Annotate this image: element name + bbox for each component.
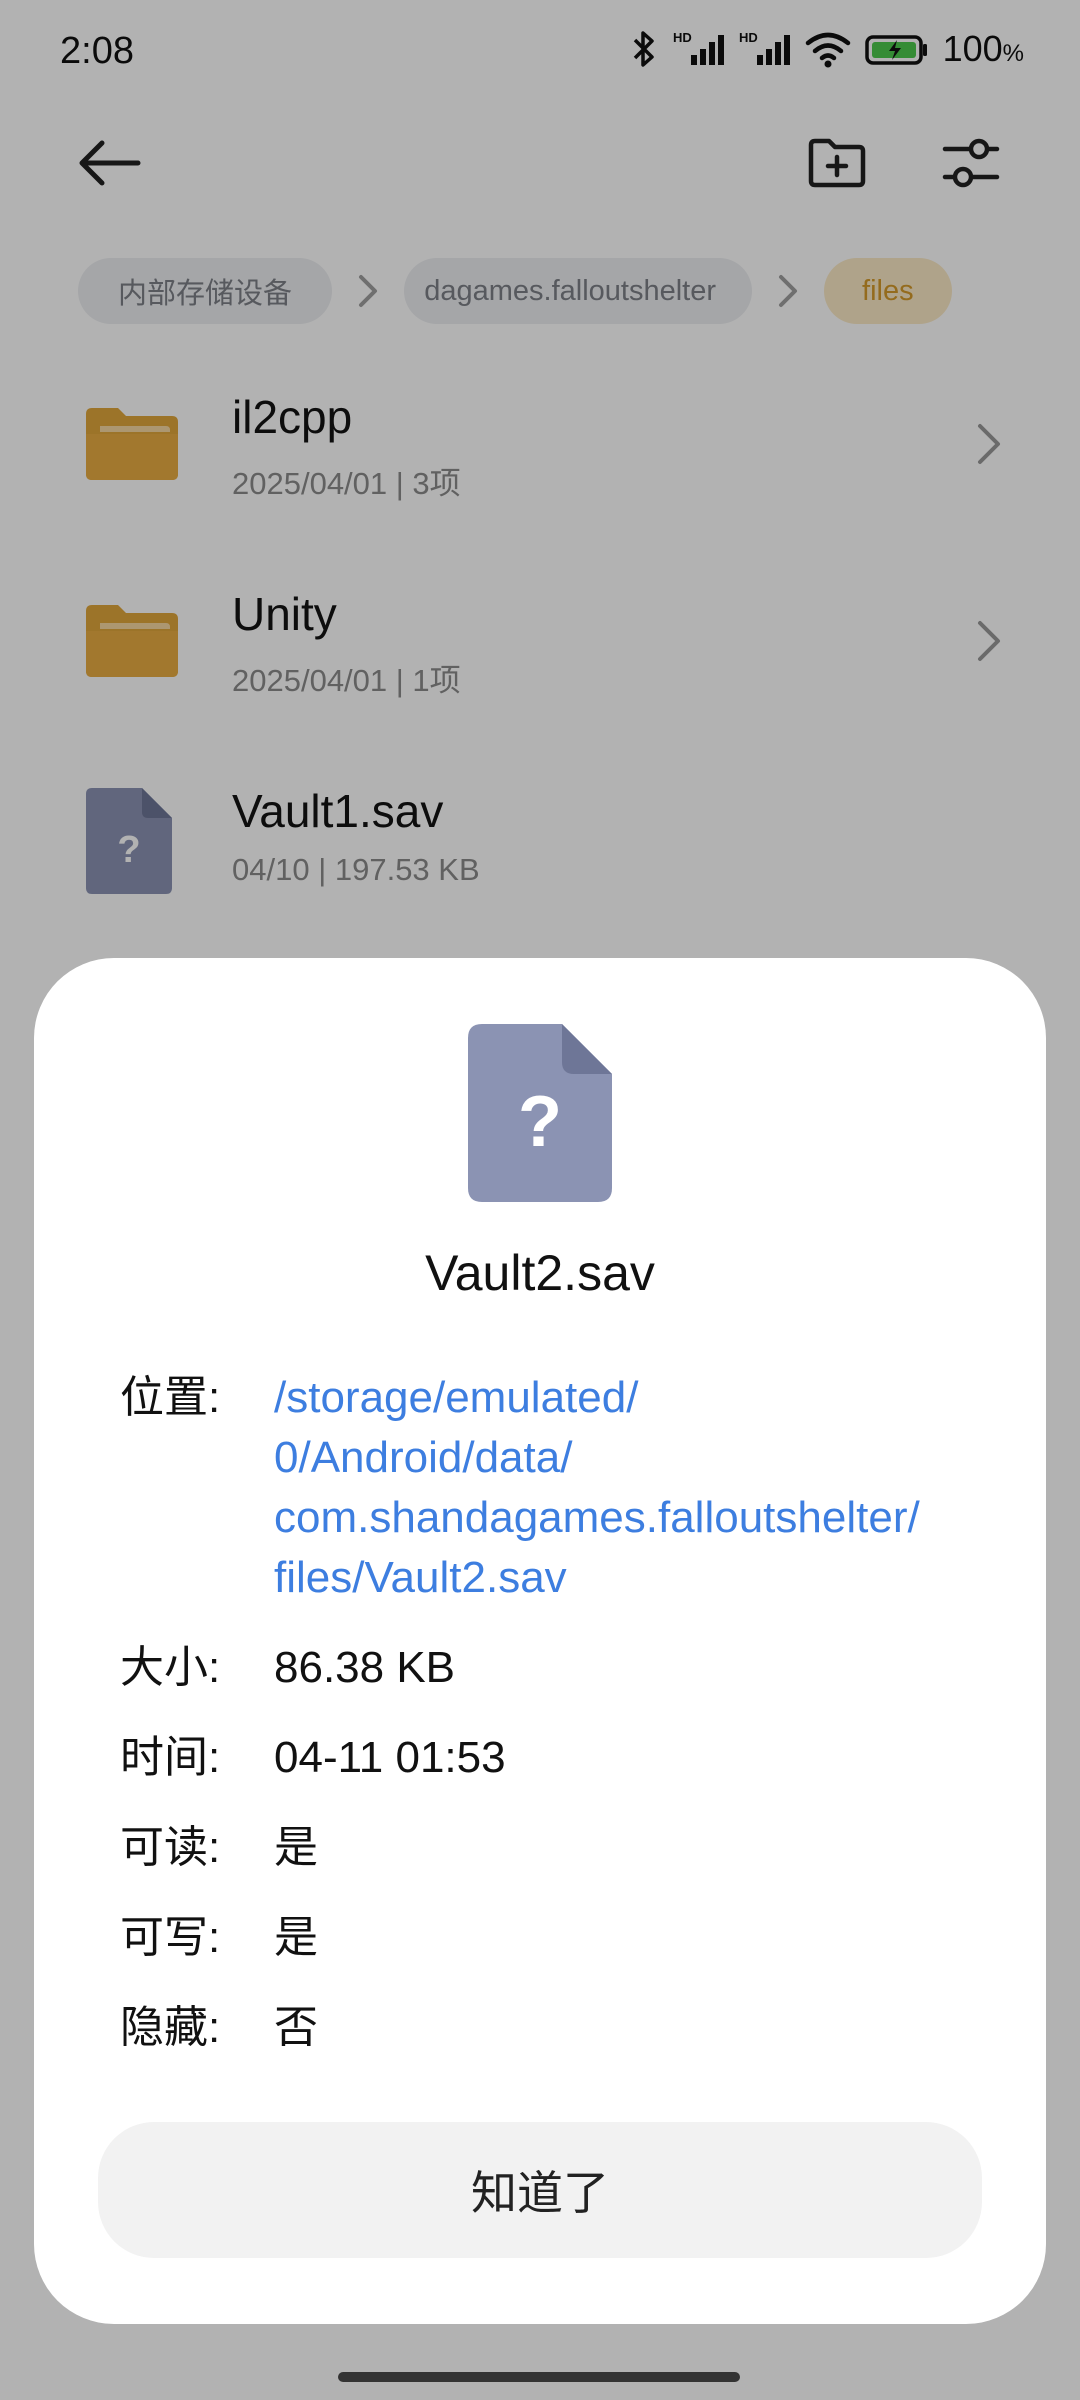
hidden-row: 隐藏: 否	[120, 1998, 1000, 2058]
hidden-value: 否	[274, 2003, 318, 2052]
time-value: 04-11 01:53	[274, 1733, 506, 1782]
size-label: 大小:	[120, 1643, 221, 1692]
time-label: 时间:	[120, 1733, 221, 1782]
writable-label: 可写:	[120, 1913, 221, 1962]
file-properties: 位置: /storage/emulated/ 0/Android/data/ c…	[120, 1368, 1000, 2088]
location-path-line: 0/Android/data/	[274, 1433, 573, 1482]
location-path-line: /storage/emulated/	[274, 1373, 639, 1422]
hidden-label: 隐藏:	[120, 2003, 221, 2052]
readable-value: 是	[274, 1823, 318, 1872]
location-path-line: com.shandagames.falloutshelter/	[274, 1493, 920, 1542]
file-info-dialog: ? Vault2.sav 位置: /storage/emulated/ 0/An…	[34, 958, 1046, 2324]
location-label: 位置:	[120, 1373, 221, 1422]
ok-button[interactable]: 知道了	[98, 2122, 982, 2258]
location-path-line: files/Vault2.sav	[274, 1553, 567, 1602]
writable-value: 是	[274, 1913, 318, 1962]
location-path-link[interactable]: /storage/emulated/ 0/Android/data/ com.s…	[274, 1368, 920, 1608]
size-value: 86.38 KB	[274, 1643, 456, 1692]
unknown-file-icon: ?	[466, 1022, 614, 1204]
dialog-title: Vault2.sav	[425, 1245, 655, 1301]
size-row: 大小: 86.38 KB	[120, 1638, 1000, 1698]
readable-row: 可读: 是	[120, 1818, 1000, 1878]
writable-row: 可写: 是	[120, 1908, 1000, 1968]
file-manager-screen: 2:08 HD HD 100% 内部存储设备 dagames.falloutsh…	[0, 0, 1080, 2400]
file-type-glyph: ?	[518, 1082, 562, 1162]
home-indicator[interactable]	[338, 2372, 740, 2382]
readable-label: 可读:	[120, 1823, 221, 1872]
location-row: 位置: /storage/emulated/ 0/Android/data/ c…	[120, 1368, 1000, 1608]
time-row: 时间: 04-11 01:53	[120, 1728, 1000, 1788]
